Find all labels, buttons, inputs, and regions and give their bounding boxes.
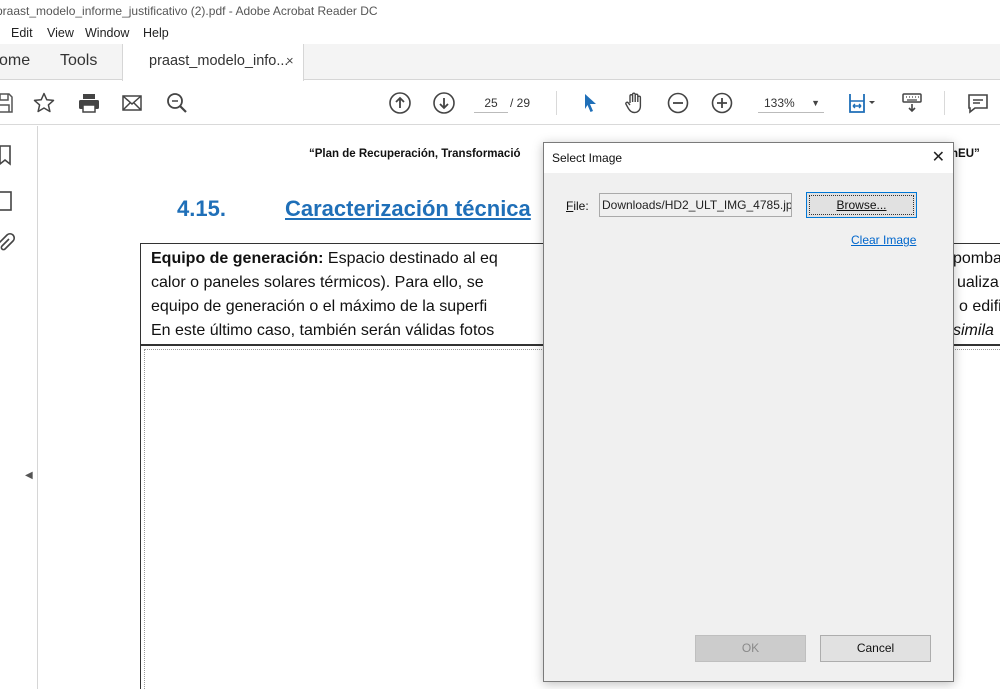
text-line-4-right: simila [953, 322, 994, 339]
file-path-field[interactable]: Downloads/HD2_ULT_IMG_4785.jpg [599, 193, 792, 217]
file-label: File: [566, 199, 589, 213]
tab-close-icon[interactable]: × [286, 44, 294, 78]
hand-tool-icon[interactable] [620, 89, 648, 117]
tab-home[interactable]: ome [0, 44, 30, 78]
zoom-level-value: 133% [764, 96, 795, 110]
chevron-down-icon: ▼ [811, 98, 820, 108]
previous-page-icon[interactable] [386, 89, 414, 117]
menu-help[interactable]: Help [143, 22, 169, 44]
save-icon[interactable] [0, 89, 18, 117]
comment-icon[interactable] [964, 89, 992, 117]
search-zoom-icon[interactable] [163, 89, 191, 117]
window-title-bar: praast_modelo_informe_justificativo (2).… [0, 0, 1000, 22]
collapse-pane-icon[interactable]: ◀ [25, 470, 33, 481]
close-icon[interactable]: ✕ [932, 143, 945, 173]
text-line-1-right: pomba [953, 250, 1000, 267]
document-header: “Plan de Recuperación, Transformació [309, 148, 521, 160]
document-header-end: nEU” [951, 148, 980, 160]
page-total: / 29 [510, 96, 531, 110]
toolbar-divider [944, 91, 945, 115]
text-line-3: equipo de generación o el máximo de la s… [151, 298, 488, 315]
keyboard-scroll-icon[interactable] [898, 89, 926, 117]
attachment-icon[interactable] [0, 232, 16, 254]
email-icon[interactable] [118, 89, 146, 117]
text-line-1: Equipo de generación: Espacio destinado … [151, 250, 498, 268]
text-line-4: En este último caso, también serán válid… [151, 322, 495, 339]
browse-button-focus-ring [809, 195, 914, 215]
text-line-3-right: o edifi [959, 298, 1000, 315]
ok-button[interactable]: OK [695, 635, 806, 662]
zoom-in-icon[interactable] [708, 89, 736, 117]
bookmark-icon[interactable] [0, 144, 16, 166]
pages-thumbnail-icon[interactable] [0, 190, 16, 212]
dialog-title: Select Image [552, 151, 623, 165]
menu-view[interactable]: View [47, 22, 74, 44]
menu-edit[interactable]: Edit [11, 22, 33, 44]
select-cursor-icon[interactable] [576, 89, 604, 117]
next-page-icon[interactable] [430, 89, 458, 117]
section-number: 4.15. [177, 196, 226, 221]
zoom-out-icon[interactable] [664, 89, 692, 117]
section-title: Caracterización técnica [285, 196, 531, 221]
tab-document[interactable]: praast_modelo_info... × [122, 44, 304, 81]
cancel-button[interactable]: Cancel [820, 635, 931, 662]
clear-image-link[interactable]: Clear Image [851, 233, 916, 247]
text-line-1-bold: Equipo de generación: [151, 250, 324, 267]
left-navigation-pane: ◀ [0, 126, 38, 689]
print-icon[interactable] [75, 89, 103, 117]
text-line-1-rest: Espacio destinado al eq [323, 250, 498, 267]
text-line-2-right: ualiza [957, 274, 999, 291]
select-image-dialog: Select Image ✕ File: Downloads/HD2_ULT_I… [543, 142, 954, 682]
page-number-input[interactable]: 25 [474, 93, 508, 113]
toolbar: 25 / 29 133% ▼ [0, 81, 1000, 125]
zoom-level-select[interactable]: 133% ▼ [758, 93, 824, 113]
toolbar-divider [556, 91, 557, 115]
text-line-2: calor o paneles solares térmicos). Para … [151, 274, 484, 291]
menu-window[interactable]: Window [85, 22, 129, 44]
tab-document-label: praast_modelo_info... [149, 53, 289, 69]
file-label-rest: ile: [573, 199, 589, 213]
tab-tools[interactable]: Tools [60, 44, 97, 78]
tab-bar: ome Tools praast_modelo_info... × [0, 44, 1000, 81]
window-title: praast_modelo_informe_justificativo (2).… [0, 4, 378, 18]
dialog-title-bar: Select Image ✕ [544, 143, 953, 173]
star-icon[interactable] [30, 89, 58, 117]
fit-page-icon[interactable] [842, 89, 882, 117]
browse-button[interactable]: Browse... [806, 192, 917, 218]
menu-bar: Edit View Window Help [0, 22, 1000, 44]
